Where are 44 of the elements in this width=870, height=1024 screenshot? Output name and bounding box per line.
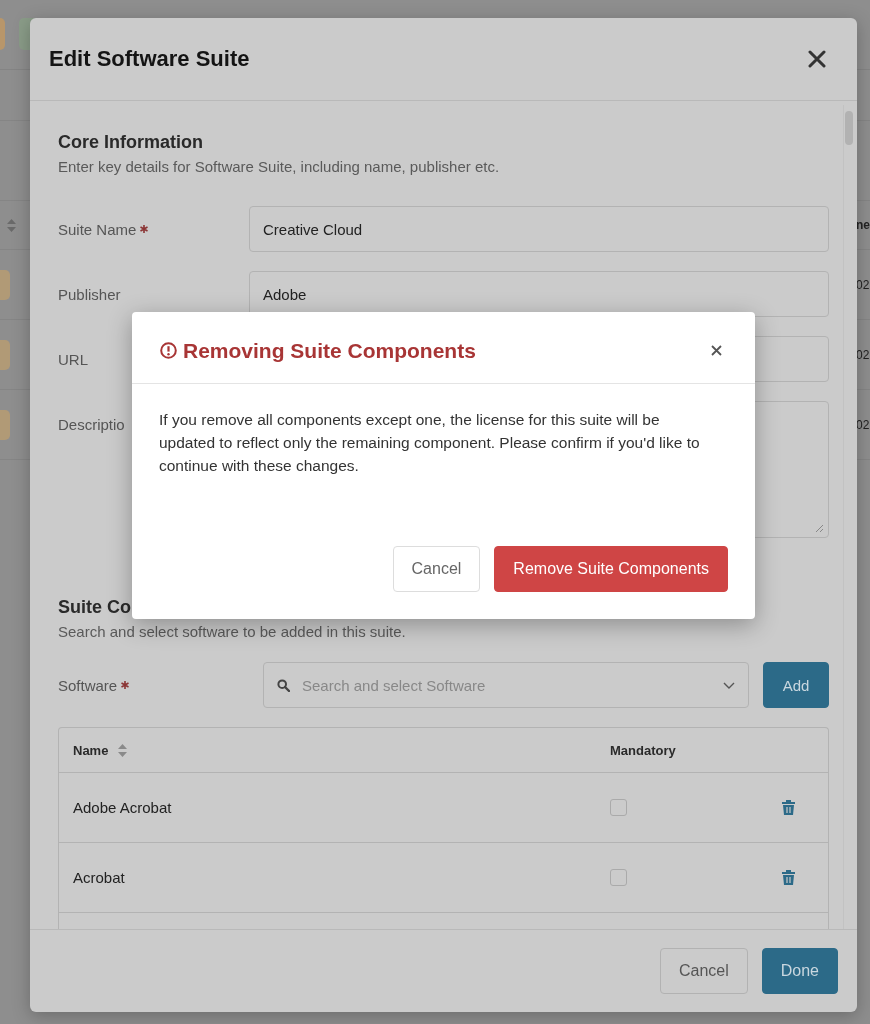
- column-header[interactable]: Name: [73, 742, 109, 758]
- modal-title: Removing Suite Components: [183, 338, 476, 363]
- section-subtitle: Search and select software to be added in this suite.: [58, 622, 407, 642]
- close-icon[interactable]: [711, 345, 722, 356]
- text-field[interactable]: Creative Cloud: [249, 206, 829, 252]
- table-cell: 02: [856, 277, 870, 292]
- scrollbar[interactable]: [845, 111, 853, 145]
- required-icon: [140, 225, 149, 233]
- sort-icon[interactable]: [7, 218, 16, 232]
- cancel-button[interactable]: Cancel: [659, 948, 748, 994]
- field-label: Descriptio: [58, 415, 125, 433]
- field-label: Publisher: [58, 285, 121, 303]
- field-label: Suite Name: [58, 220, 137, 238]
- table-cell: 02: [856, 347, 870, 362]
- close-icon[interactable]: [808, 50, 826, 68]
- toolbar-button[interactable]: [0, 18, 5, 50]
- status-badge: [0, 339, 10, 370]
- table-cell: Acrobat: [73, 869, 125, 886]
- done-button[interactable]: Done: [761, 948, 838, 994]
- search-icon: [277, 678, 290, 692]
- field-label: Software: [58, 676, 118, 694]
- sort-icon[interactable]: [118, 743, 128, 757]
- cancel-button[interactable]: Cancel: [392, 546, 481, 592]
- checkbox[interactable]: [610, 799, 627, 816]
- table-cell: Adobe Acrobat: [73, 799, 172, 816]
- column-header: Mandatory: [610, 742, 676, 758]
- section-title: Core Information: [58, 131, 203, 153]
- trash-icon[interactable]: [782, 870, 795, 885]
- column-header: ne: [856, 218, 870, 232]
- table-cell: 02: [856, 417, 870, 432]
- checkbox[interactable]: [610, 869, 627, 886]
- status-badge: [0, 269, 10, 300]
- resize-handle-icon[interactable]: [815, 524, 823, 532]
- dialog-title: Edit Software Suite: [49, 46, 250, 72]
- add-button[interactable]: Add: [763, 662, 829, 708]
- remove-button[interactable]: Remove Suite Components: [494, 546, 728, 592]
- section-title: Suite Co: [58, 596, 131, 618]
- chevron-down-icon[interactable]: [723, 681, 735, 689]
- modal-message: If you remove all components except one, the license for this suite will be updated to reflect only the remaining component. Please confirm if you'd like to continue with these changes.: [159, 410, 701, 476]
- warning-icon: [160, 342, 177, 359]
- status-badge: [0, 409, 10, 440]
- field-label: URL: [58, 350, 88, 368]
- trash-icon[interactable]: [782, 800, 795, 815]
- section-subtitle: Enter key details for Software Suite, including name, publisher etc.: [58, 157, 501, 177]
